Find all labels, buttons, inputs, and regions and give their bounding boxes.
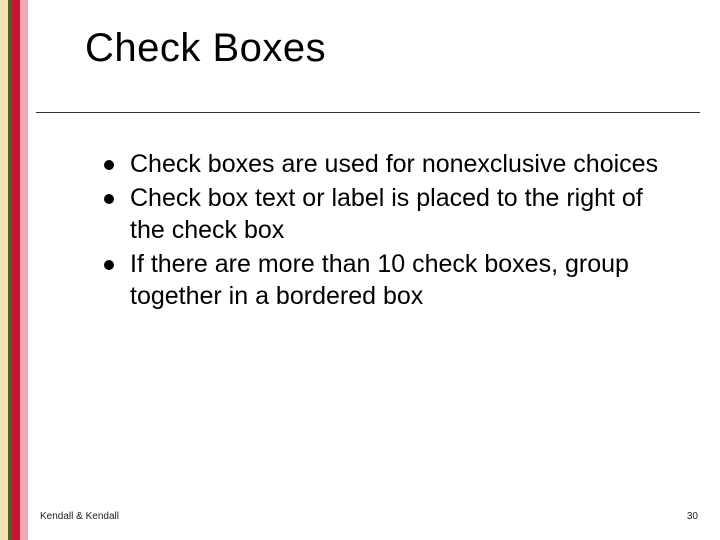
stripe-pink: [20, 0, 28, 540]
bullet-dot-icon: [104, 160, 114, 170]
bullet-dot-icon: [104, 194, 114, 204]
slide-title: Check Boxes: [85, 26, 326, 71]
left-stripe-decoration: [0, 0, 28, 540]
list-item: Check box text or label is placed to the…: [130, 182, 665, 246]
bullet-text: Check boxes are used for nonexclusive ch…: [130, 148, 665, 180]
list-item: Check boxes are used for nonexclusive ch…: [130, 148, 665, 180]
title-underline: [36, 112, 700, 113]
footer-page-number: 30: [687, 511, 698, 522]
bullet-dot-icon: [104, 260, 114, 270]
footer-author: Kendall & Kendall: [40, 511, 119, 522]
bullet-list: Check boxes are used for nonexclusive ch…: [130, 148, 665, 314]
bullet-text: Check box text or label is placed to the…: [130, 182, 665, 246]
list-item: If there are more than 10 check boxes, g…: [130, 248, 665, 312]
bullet-text: If there are more than 10 check boxes, g…: [130, 248, 665, 312]
stripe-cream: [0, 0, 8, 540]
stripe-red: [12, 0, 20, 540]
